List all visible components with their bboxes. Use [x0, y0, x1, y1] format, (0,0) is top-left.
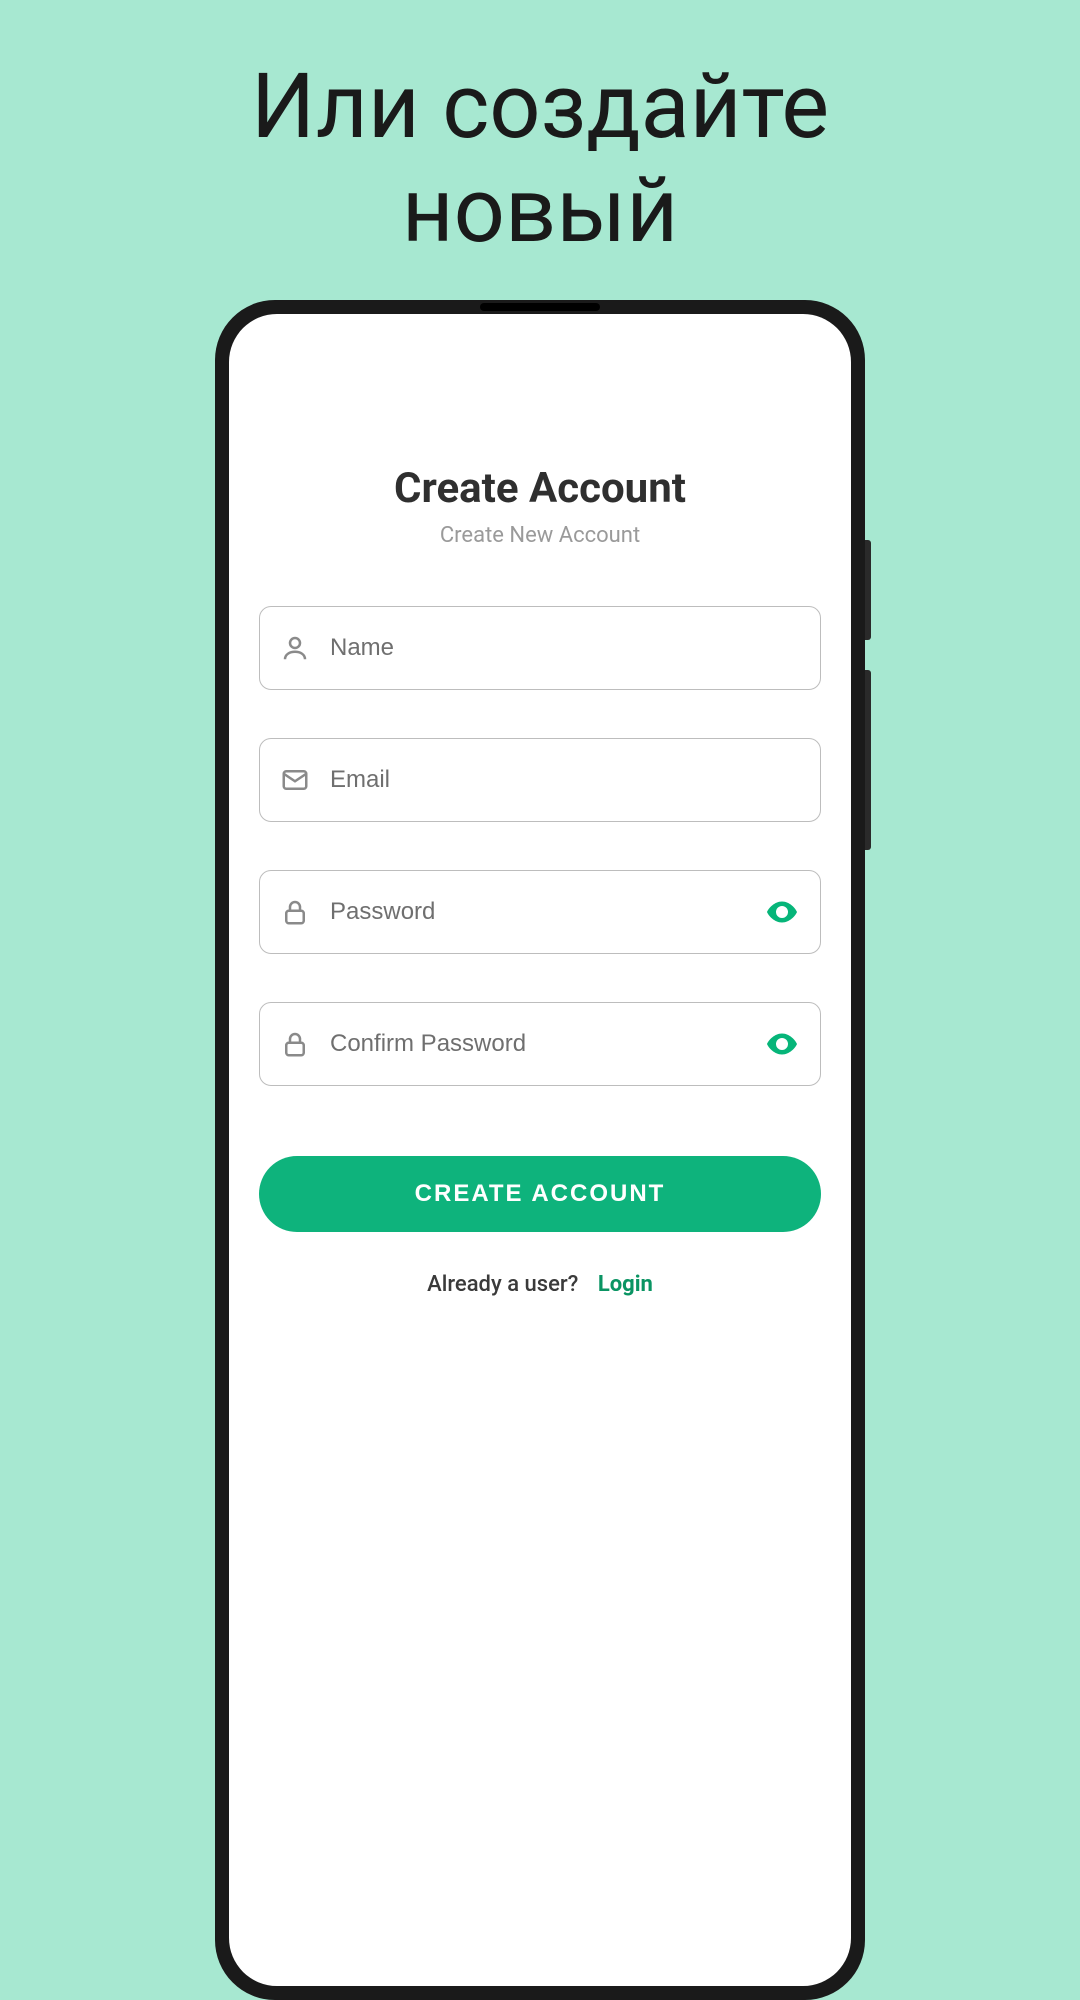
lock-icon: [280, 897, 310, 927]
confirm-password-field[interactable]: [259, 1002, 821, 1086]
eye-icon: [764, 894, 800, 930]
login-prompt: Already a user? Login: [259, 1272, 821, 1297]
confirm-password-input[interactable]: [330, 1030, 764, 1058]
phone-side-button: [865, 540, 871, 640]
password-field[interactable]: [259, 870, 821, 954]
email-input[interactable]: [330, 766, 800, 794]
email-field[interactable]: [259, 738, 821, 822]
promo-line-1: Или создайте: [0, 55, 1080, 159]
phone-side-button: [865, 670, 871, 850]
signup-form: Create Account Create New Account: [259, 314, 821, 1297]
phone-screen: Create Account Create New Account: [229, 314, 851, 1986]
toggle-password-visibility[interactable]: [764, 894, 800, 930]
login-link[interactable]: Login: [598, 1272, 653, 1297]
password-input[interactable]: [330, 898, 764, 926]
promo-heading: Или создайте новый: [0, 0, 1080, 262]
promo-line-2: новый: [0, 159, 1080, 263]
phone-frame: Create Account Create New Account: [215, 300, 865, 2000]
name-field[interactable]: [259, 606, 821, 690]
page-title: Create Account: [259, 464, 821, 513]
name-input[interactable]: [330, 634, 800, 662]
mail-icon: [280, 765, 310, 795]
person-icon: [280, 633, 310, 663]
page-subtitle: Create New Account: [259, 523, 821, 548]
login-prompt-text: Already a user?: [427, 1272, 578, 1297]
lock-icon: [280, 1029, 310, 1059]
eye-icon: [764, 1026, 800, 1062]
create-account-button[interactable]: CREATE ACCOUNT: [259, 1156, 821, 1232]
toggle-confirm-visibility[interactable]: [764, 1026, 800, 1062]
phone-notch: [480, 303, 600, 311]
